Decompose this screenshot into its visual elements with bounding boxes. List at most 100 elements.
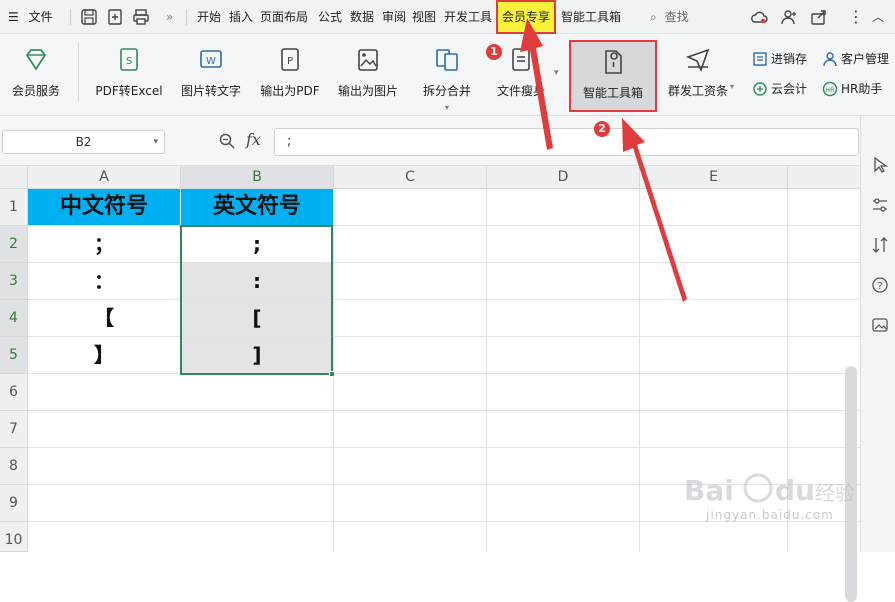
split-merge-label: 拆分合并 (422, 84, 471, 98)
hr-assistant-button[interactable]: HR HR助手 (822, 80, 882, 97)
export-image-icon (333, 42, 403, 78)
share-button[interactable] (810, 0, 828, 34)
row-header-2[interactable]: 2 (0, 226, 28, 263)
split-merge-button[interactable]: 拆分合并 ▾ (412, 42, 482, 113)
tab-review[interactable]: 审阅 (382, 0, 406, 34)
cell-a2[interactable]: ； (28, 226, 181, 263)
row-header-5[interactable]: 5 (0, 337, 28, 374)
tab-formulas[interactable]: 公式 (318, 0, 342, 34)
column-header-a[interactable]: A (28, 166, 181, 189)
row-header-7[interactable]: 7 (0, 411, 28, 448)
select-all-corner[interactable] (0, 166, 28, 189)
ribbon-toolbar: 会员服务 S PDF转Excel W 图片转文字 P 输出为PDF 输出为图片 … (0, 34, 895, 116)
gridline (28, 336, 860, 337)
cursor-icon[interactable] (871, 156, 889, 174)
svg-text:HR: HR (825, 86, 835, 94)
tab-developer[interactable]: 开发工具 (444, 0, 492, 34)
formula-bar: B2 ▾ fx ; (0, 116, 895, 166)
member-service-button[interactable]: 会员服务 (4, 42, 68, 99)
ribbon-more-dropdown-icon[interactable]: ▾ (554, 68, 559, 78)
row-header-6[interactable]: 6 (0, 374, 28, 411)
main-menu-button[interactable]: ☰ 文件 (8, 0, 53, 34)
tab-data[interactable]: 数据 (350, 0, 374, 34)
zoom-formula-button[interactable] (218, 132, 236, 154)
sort-icon[interactable] (871, 236, 889, 254)
print-button[interactable] (132, 0, 150, 34)
row-header-4[interactable]: 4 (0, 300, 28, 337)
hr-assistant-label: HR助手 (841, 82, 883, 96)
column-header-d[interactable]: D (487, 166, 640, 189)
svg-text:经验: 经验 (815, 481, 855, 505)
tab-smart-toolbox[interactable]: 智能工具箱 (561, 0, 621, 34)
row-header-9[interactable]: 9 (0, 485, 28, 522)
watermark-url: jingyan.baidu.com (706, 508, 834, 522)
right-side-panel: ? (860, 116, 895, 552)
column-header-e[interactable]: E (640, 166, 788, 189)
share-user-button[interactable] (780, 0, 798, 34)
step-marker-1: 1 (486, 44, 502, 60)
gridline (28, 373, 860, 374)
more-options-icon[interactable]: ⋮ (848, 0, 864, 34)
export-pdf-button[interactable]: P 输出为PDF (255, 42, 325, 99)
formula-input[interactable]: ; (274, 128, 859, 156)
customer-management-button[interactable]: 客户管理 (822, 50, 889, 67)
cell-b2[interactable]: ; (181, 226, 334, 263)
save-button[interactable] (80, 0, 98, 34)
collapse-ribbon-icon[interactable]: ︿ (872, 0, 884, 34)
cloud-accounting-label: 云会计 (771, 82, 808, 96)
svg-text:W: W (206, 56, 216, 67)
svg-text:S: S (126, 56, 132, 67)
insert-function-button[interactable]: fx (246, 130, 261, 149)
step-marker-2: 2 (594, 121, 610, 137)
cell-b4[interactable]: [ (181, 300, 334, 337)
cell-b5[interactable]: ] (181, 337, 334, 374)
search-label: 查找 (664, 10, 689, 24)
cell-a1[interactable]: 中文符号 (28, 189, 181, 226)
tab-home[interactable]: 开始 (197, 0, 221, 34)
cloud-accounting-button[interactable]: 云会计 (752, 80, 807, 97)
cell-b1[interactable]: 英文符号 (181, 189, 334, 226)
payslip-button[interactable]: 群发工资条 (660, 42, 736, 99)
tab-insert[interactable]: 插入 (229, 0, 253, 34)
image-to-text-button[interactable]: W 图片转文字 (174, 42, 248, 99)
search-button[interactable]: ⌕ 查找 (650, 0, 689, 34)
row-header-10[interactable]: 10 (0, 522, 28, 552)
inventory-button[interactable]: 进销存 (752, 50, 807, 67)
tab-view[interactable]: 视图 (412, 0, 436, 34)
gridline (486, 189, 487, 552)
cell-b3[interactable]: : (181, 263, 334, 300)
settings-sliders-icon[interactable] (871, 196, 889, 214)
export-image-button[interactable]: 输出为图片 (333, 42, 403, 99)
dropdown-arrow-icon[interactable]: ▾ (730, 82, 734, 91)
name-box-value: B2 (75, 135, 92, 149)
smart-toolbox-button[interactable]: 智能工具箱 (569, 40, 657, 112)
menu-separator (186, 9, 187, 25)
cell-a4[interactable]: 【 (28, 300, 181, 337)
name-box[interactable]: B2 ▾ (2, 130, 165, 154)
row-header-1[interactable]: 1 (0, 189, 28, 226)
share-icon (811, 10, 826, 25)
column-header-c[interactable]: C (334, 166, 487, 189)
payslip-label: 群发工资条 (667, 84, 728, 98)
printer-icon (133, 9, 149, 25)
fill-handle[interactable] (329, 371, 335, 377)
image-panel-icon[interactable] (871, 316, 889, 334)
column-header-f[interactable] (788, 166, 860, 189)
tab-page-layout[interactable]: 页面布局 (260, 0, 308, 34)
image-to-text-label: 图片转文字 (180, 84, 241, 98)
help-icon[interactable]: ? (871, 276, 889, 294)
row-header-3[interactable]: 3 (0, 263, 28, 300)
export-pdf-quick-button[interactable] (106, 0, 124, 34)
chevron-down-icon[interactable]: ▾ (153, 131, 158, 153)
cell-a5[interactable]: 】 (28, 337, 181, 374)
baidu-jingyan-watermark: Bai du 经验 jingyan.baidu.com (680, 470, 860, 530)
more-arrows-icon[interactable]: » (166, 0, 173, 34)
column-header-b[interactable]: B (181, 166, 334, 189)
pdf-to-excel-icon: S (92, 42, 166, 78)
row-header-8[interactable]: 8 (0, 448, 28, 485)
smart-toolbox-label: 智能工具箱 (582, 86, 643, 100)
cell-a3[interactable]: ： (28, 263, 181, 300)
cloud-sync-button[interactable] (750, 0, 768, 34)
pdf-to-excel-button[interactable]: S PDF转Excel (92, 42, 166, 99)
tab-member-exclusive[interactable]: 会员专享 (496, 0, 557, 34)
